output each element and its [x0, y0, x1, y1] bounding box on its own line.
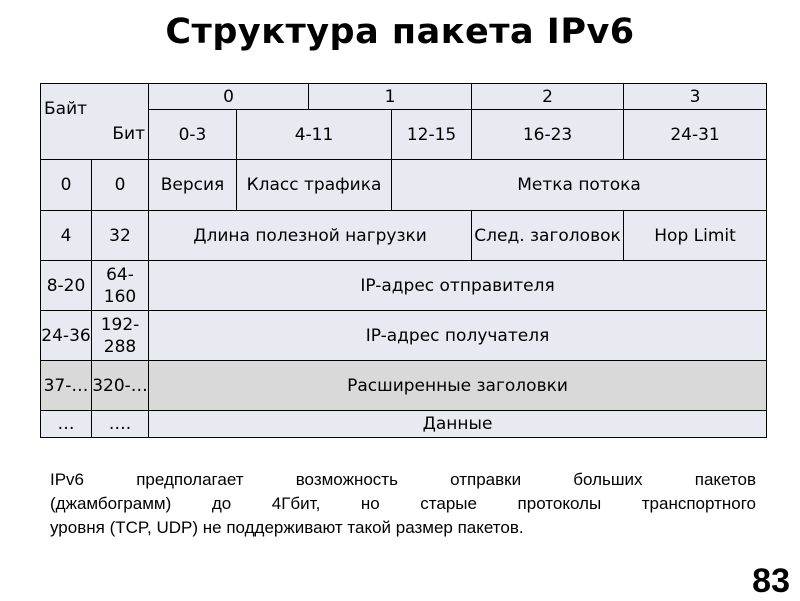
byte-offset: 8-20	[40, 260, 92, 311]
byte-offset: 24-36	[40, 310, 92, 361]
field-destination-address: IP-адрес получателя	[147, 310, 768, 361]
bit-header: 16-23	[471, 109, 625, 160]
field-hop-limit: Hop Limit	[623, 210, 768, 261]
bit-offset: 64-160	[91, 260, 149, 311]
byte-offset: 37-…	[40, 360, 92, 411]
byte-header: 1	[308, 83, 473, 110]
bit-header: 24-31	[623, 109, 768, 160]
field-flow-label: Метка потока	[391, 159, 768, 211]
field-next-header: След. заголовок	[471, 210, 625, 261]
byte-offset: …	[40, 410, 92, 438]
byte-header: 3	[623, 83, 768, 110]
byte-header: 2	[471, 83, 625, 110]
bit-header: 0-3	[148, 109, 237, 160]
ipv6-packet-table: Байт Бит 0 1 2 3 0-3 4-11 12-15 16-23 24…	[40, 83, 768, 438]
bit-offset: 192-288	[91, 310, 149, 361]
table-row: 24-36 192-288 IP-адрес получателя	[40, 310, 768, 361]
byte-header: 0	[147, 83, 310, 110]
byte-label: Байт	[44, 99, 88, 119]
description-note: IPv6 предполагает возможность отправки б…	[50, 468, 756, 540]
field-traffic-class: Класс трафика	[235, 159, 393, 211]
bit-offset: ….	[91, 410, 149, 438]
table-row: 8-20 64-160 IP-адрес отправителя	[40, 260, 768, 311]
table-row: 0 0 Версия Класс трафика Метка потока	[40, 159, 768, 211]
byte-offset: 0	[40, 159, 92, 211]
bit-offset: 32	[91, 210, 149, 261]
field-version: Версия	[148, 159, 237, 211]
table-row: 37-… 320-… Расширенные заголовки	[40, 360, 768, 411]
page-title: Структура пакета IPv6	[165, 12, 635, 52]
note-line: IPv6 предполагает возможность отправки б…	[50, 470, 756, 489]
field-payload-length: Длина полезной нагрузки	[147, 210, 473, 261]
field-source-address: IP-адрес отправителя	[147, 260, 768, 311]
bit-header: 4-11	[235, 109, 393, 160]
note-line: уровня (TCP, UDP) не поддерживают такой …	[50, 518, 524, 537]
bit-offset: 0	[91, 159, 149, 211]
header-corner: Байт Бит	[40, 83, 149, 160]
bit-offset: 320-…	[91, 360, 149, 411]
bit-header: 12-15	[391, 109, 473, 160]
field-data: Данные	[147, 410, 768, 438]
field-extension-headers: Расширенные заголовки	[147, 360, 768, 411]
byte-offset: 4	[40, 210, 92, 261]
page-number: 83	[752, 562, 790, 600]
bit-label: Бит	[112, 124, 145, 144]
table-row: … …. Данные	[40, 410, 768, 438]
note-line: (джамбограмм) до 4Гбит, но старые проток…	[50, 494, 756, 513]
table-row: 4 32 Длина полезной нагрузки След. загол…	[40, 210, 768, 261]
